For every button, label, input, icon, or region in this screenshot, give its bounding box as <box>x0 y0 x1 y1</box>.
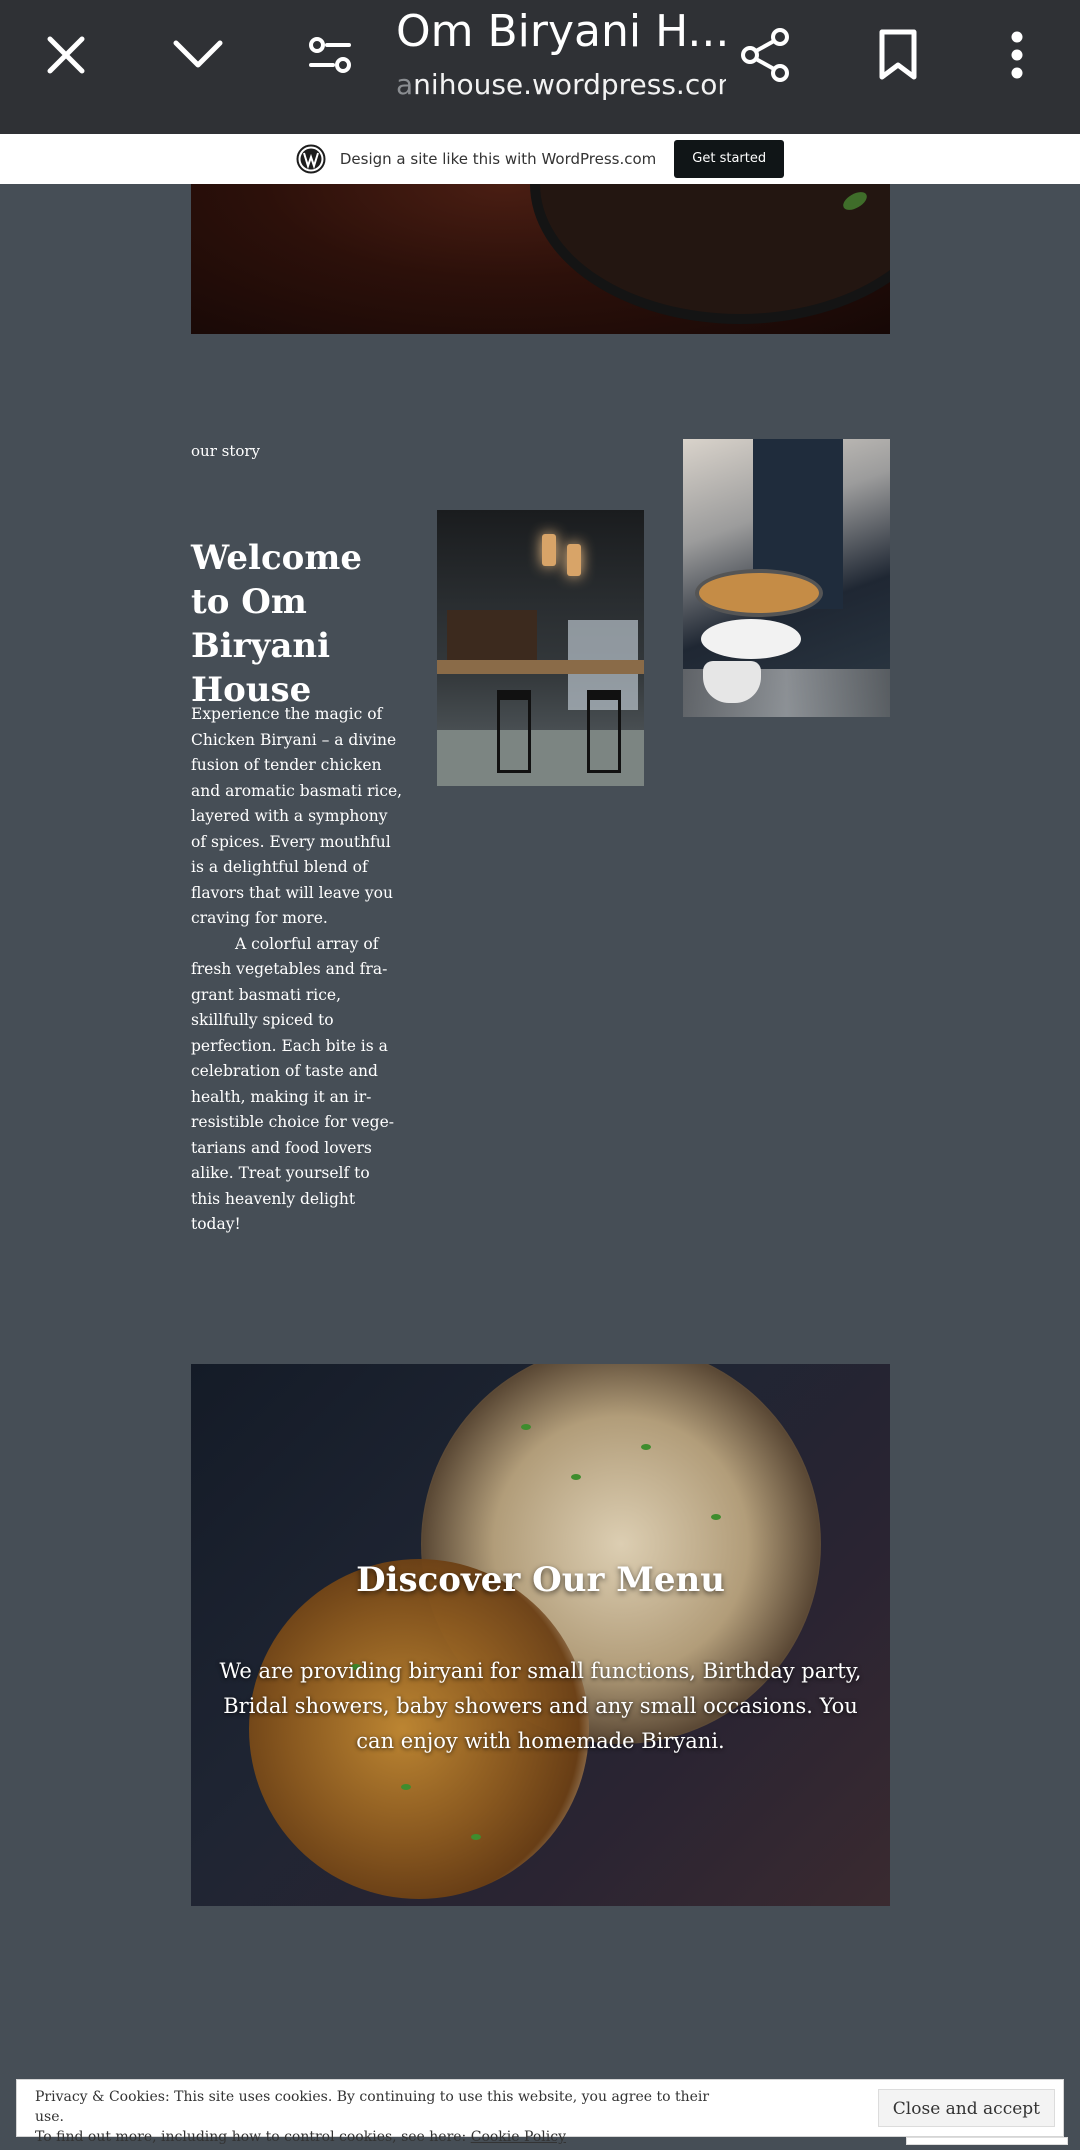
section-eyebrow: our story <box>191 442 261 460</box>
story-heading: Welcome to Om Biryani House <box>191 538 362 710</box>
story-paragraph: A colorful array of fresh vegetables and… <box>191 934 395 1234</box>
cookie-line-1: Privacy & Cookies: This site uses cookie… <box>35 2089 710 2125</box>
page-title[interactable]: Om Biryani H... <box>396 6 726 57</box>
close-and-accept-button[interactable]: Close and accept <box>877 2089 1055 2127</box>
cookie-line-2: To find out more, including how to contr… <box>35 2129 467 2145</box>
cookie-text: Privacy & Cookies: This site uses cookie… <box>35 2087 735 2147</box>
chef-cooking-image <box>683 439 890 717</box>
wordpress-logo-icon[interactable] <box>296 144 326 174</box>
url-text: nihouse.wordpress.com <box>413 68 726 101</box>
more-vert-icon[interactable] <box>982 20 1052 90</box>
hero-image <box>191 184 890 334</box>
cookie-policy-link[interactable]: Cookie Policy <box>471 2129 566 2145</box>
url-faded-text: a <box>396 68 414 101</box>
wordpress-banner: Design a site like this with WordPress.c… <box>0 134 1080 184</box>
browser-toolbar: Om Biryani H... anihouse.wordpress.com <box>0 0 1080 134</box>
cookie-banner-edge <box>906 2137 1068 2145</box>
menu-description: We are providing biryani for small funct… <box>219 1659 862 1753</box>
menu-cover-block: Discover Our Menu We are providing birya… <box>191 1364 890 1906</box>
menu-heading: Discover Our Menu <box>356 1560 725 1600</box>
page-settings-icon[interactable] <box>295 20 365 90</box>
close-icon[interactable] <box>31 20 101 90</box>
share-icon[interactable] <box>731 20 801 90</box>
chevron-down-icon[interactable] <box>163 20 233 90</box>
get-started-button[interactable]: Get started <box>674 140 785 178</box>
wordpress-banner-text[interactable]: Design a site like this with WordPress.c… <box>340 150 656 168</box>
cookie-banner: Privacy & Cookies: This site uses cookie… <box>16 2079 1064 2145</box>
page-url[interactable]: anihouse.wordpress.com <box>396 68 726 101</box>
bookmark-icon[interactable] <box>863 20 933 90</box>
restaurant-interior-image <box>437 510 644 786</box>
story-text: Experience the magic of Chicken Biryani … <box>191 702 403 1238</box>
story-paragraph: Experience the magic of Chicken Biryani … <box>191 705 403 927</box>
